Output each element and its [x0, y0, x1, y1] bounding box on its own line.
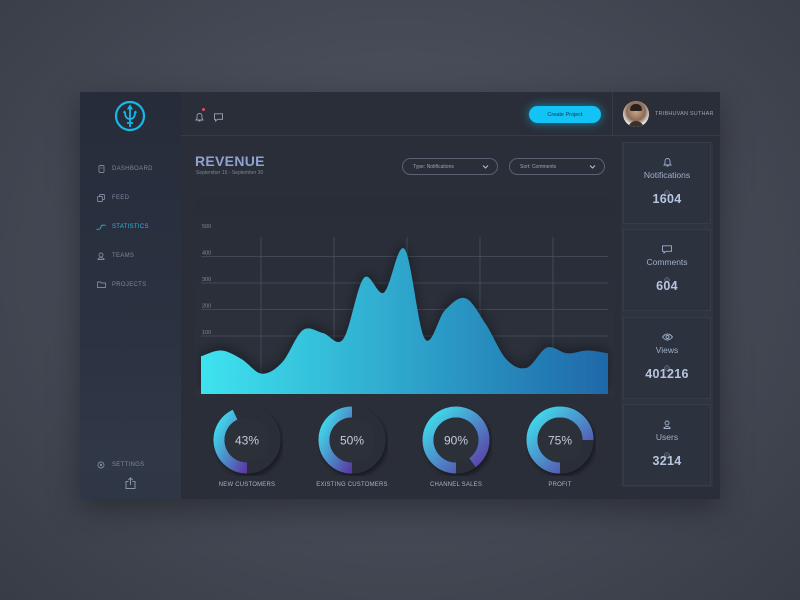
stat-value: 401216 — [645, 367, 689, 381]
sidebar-nav: DASHBOARD FEED STATISTICS TEAMS PROJECTS — [80, 154, 181, 299]
eye-icon — [661, 332, 673, 342]
teams-icon — [96, 251, 106, 261]
type-filter-dropdown[interactable]: Type: Notifications — [402, 158, 498, 175]
donut-value: 50% — [340, 434, 364, 448]
sidebar-item-label: SETTINGS — [112, 461, 145, 468]
donut-value: 75% — [548, 434, 572, 448]
y-tick-label: 100 — [202, 330, 211, 336]
info-icon — [664, 358, 670, 371]
create-project-button[interactable]: Create Project — [529, 106, 601, 123]
type-filter-value: Type: Notifications — [413, 163, 454, 170]
share-icon — [125, 476, 136, 494]
stat-value: 1604 — [652, 192, 682, 206]
stat-label: Views — [655, 345, 679, 355]
donut-chart: 90% — [422, 406, 490, 474]
sort-dropdown[interactable]: Sort: Comments — [509, 158, 605, 175]
info-icon — [664, 270, 670, 283]
stat-value: 604 — [656, 279, 678, 293]
donut-profit: 75% PROFIT — [521, 404, 599, 488]
user-icon — [663, 419, 671, 429]
avatar — [623, 101, 649, 127]
main-content: Create Project TRIBHUVAN SUTHAR REVENUE … — [181, 92, 720, 499]
donut-chart: 43% — [213, 406, 281, 474]
top-icons — [195, 108, 223, 127]
folder-icon — [96, 280, 106, 290]
sidebar-item-feed[interactable]: FEED — [80, 183, 181, 212]
user-profile[interactable]: TRIBHUVAN SUTHAR — [612, 92, 720, 136]
export-button[interactable] — [80, 471, 181, 499]
stat-card-comments[interactable]: Comments 604 — [623, 229, 711, 311]
bell-icon[interactable] — [195, 108, 205, 127]
stat-card-views[interactable]: Views 401216 — [623, 317, 711, 399]
page-title: REVENUE — [195, 153, 265, 169]
sidebar-item-statistics[interactable]: STATISTICS — [80, 212, 181, 241]
donut-label: PROFIT — [548, 482, 572, 488]
stat-label: Notifications — [643, 170, 691, 180]
donut-value: 43% — [235, 434, 259, 448]
y-tick-label: 300 — [202, 277, 211, 283]
sort-value: Sort: Comments — [520, 163, 557, 170]
gear-icon — [96, 460, 106, 470]
sidebar-item-dashboard[interactable]: DASHBOARD — [80, 154, 181, 183]
comment-icon — [662, 244, 672, 254]
stat-label: Comments — [646, 257, 688, 267]
donut-label: NEW CUSTOMERS — [218, 482, 276, 488]
y-tick-label: 400 — [202, 251, 211, 257]
sidebar-item-teams[interactable]: TEAMS — [80, 241, 181, 270]
statistics-icon — [96, 222, 106, 232]
y-tick-label: 500 — [202, 224, 211, 230]
donut-channel-sales: 90% CHANNEL SALES — [417, 404, 495, 488]
donut-existing-customers: 50% EXISTING CUSTOMERS — [313, 404, 391, 488]
chat-icon[interactable] — [214, 109, 223, 127]
donut-label: EXISTING CUSTOMERS — [316, 482, 388, 488]
sidebar: DASHBOARD FEED STATISTICS TEAMS PROJECTS… — [80, 92, 181, 499]
sidebar-item-label: PROJECTS — [112, 281, 147, 288]
chevron-down-icon — [589, 163, 596, 172]
sidebar-item-label: FEED — [112, 194, 130, 201]
stats-panel: Notifications 1604 Comments 604 Views 40… — [621, 142, 713, 487]
dashboard-icon — [96, 164, 106, 174]
y-tick-label: 200 — [202, 304, 211, 310]
trident-logo-icon[interactable] — [114, 100, 146, 132]
donut-new-customers: 43% NEW CUSTOMERS — [208, 404, 286, 488]
sidebar-item-label: DASHBOARD — [112, 165, 153, 172]
dashboard-window: DASHBOARD FEED STATISTICS TEAMS PROJECTS… — [80, 92, 720, 499]
user-name: TRIBHUVAN SUTHAR — [655, 111, 714, 117]
sidebar-item-label: TEAMS — [112, 252, 135, 259]
stat-card-notifications[interactable]: Notifications 1604 — [623, 142, 711, 224]
bell-icon — [662, 157, 672, 167]
revenue-area — [201, 248, 608, 394]
top-bar: Create Project TRIBHUVAN SUTHAR — [181, 92, 720, 136]
stat-label: Users — [655, 432, 679, 442]
donut-label: CHANNEL SALES — [429, 482, 483, 488]
chevron-down-icon — [482, 163, 489, 172]
info-icon — [664, 445, 670, 458]
stat-card-users[interactable]: Users 3214 — [623, 404, 711, 486]
info-icon — [664, 183, 670, 196]
feed-icon — [96, 193, 106, 203]
sidebar-item-label: STATISTICS — [112, 223, 149, 230]
sidebar-item-projects[interactable]: PROJECTS — [80, 270, 181, 299]
donut-chart: 75% — [526, 406, 594, 474]
date-range: September 15 - September 30 — [196, 170, 264, 176]
donut-chart: 50% — [318, 406, 386, 474]
notification-badge — [202, 108, 205, 111]
revenue-area-chart: 100 200 300 400 500 — [201, 224, 608, 394]
stat-value: 3214 — [652, 454, 682, 468]
donut-value: 90% — [444, 434, 468, 448]
revenue-chart: 100 200 300 400 500 — [195, 197, 614, 397]
